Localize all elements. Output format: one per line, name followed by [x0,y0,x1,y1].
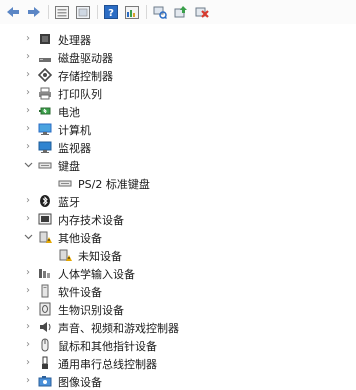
chevron-right-icon[interactable]: › [23,358,33,368]
tree-item-other-devices[interactable]: 其他设备 [0,228,356,246]
tree-item-label: 蓝牙 [58,196,80,209]
chevron-right-icon[interactable]: › [23,106,33,116]
processor-icon [38,32,52,46]
tree-item-label: 打印队列 [58,88,102,101]
tree-item-label: 电池 [58,106,80,119]
chevron-right-icon[interactable]: › [23,340,33,350]
forward-icon[interactable] [25,3,43,21]
tree-item-label: 存储控制器 [58,70,113,83]
toolbar: ? [0,0,356,24]
tree-item-memory-technology[interactable]: › 内存技术设备 [0,210,356,228]
tree-item-disk-drives[interactable]: › 磁盘驱动器 [0,48,356,66]
monitor-icon [38,140,52,154]
tree-item-software-devices[interactable]: › 软件设备 [0,282,356,300]
camera-icon [38,374,52,388]
tree-item-bluetooth[interactable]: › 蓝牙 [0,192,356,210]
tree-item-unknown-device[interactable]: 未知设备 [0,246,356,264]
chevron-right-icon[interactable]: › [23,304,33,314]
toolbar-separator [146,5,147,19]
tree-item-label: PS/2 标准键盘 [78,178,150,191]
tree-item-biometric[interactable]: › 生物识别设备 [0,300,356,318]
tree-item-storage-controllers[interactable]: › 存储控制器 [0,66,356,84]
tree-item-computer[interactable]: › 计算机 [0,120,356,138]
tree-item-hid[interactable]: › 人体学输入设备 [0,264,356,282]
bluetooth-icon [38,194,52,208]
tree-item-monitors[interactable]: › 监视器 [0,138,356,156]
help-icon[interactable]: ? [102,3,120,21]
uninstall-device-icon[interactable] [193,3,211,21]
chevron-down-icon[interactable] [23,160,33,170]
tree-item-label: 键盘 [58,160,80,173]
chevron-right-icon[interactable]: › [23,52,33,62]
back-icon[interactable] [4,3,22,21]
tree-item-keyboards[interactable]: 键盘 [0,156,356,174]
software-device-icon [38,284,52,298]
tree-item-label: 监视器 [58,142,91,155]
chevron-right-icon[interactable]: › [23,124,33,134]
chevron-down-icon[interactable] [23,232,33,242]
tree-item-imaging-devices[interactable]: › 图像设备 [0,372,356,390]
view-icon[interactable] [123,3,141,21]
scan-hardware-icon[interactable] [151,3,169,21]
chevron-right-icon[interactable]: › [23,196,33,206]
svg-text:?: ? [108,8,114,19]
tree-item-label: 计算机 [58,124,91,137]
tree-item-label: 其他设备 [58,232,102,245]
chevron-right-icon[interactable]: › [23,70,33,80]
tree-item-sound-video-game[interactable]: › 声音、视频和游戏控制器 [0,318,356,336]
chevron-right-icon[interactable]: › [23,322,33,332]
sound-icon [38,320,52,334]
printer-icon [38,86,52,100]
tree-item-label: 图像设备 [58,376,102,389]
tree-item-label: 软件设备 [58,286,102,299]
hid-icon [38,266,52,280]
other-devices-icon [38,230,52,244]
chevron-right-icon[interactable]: › [23,268,33,278]
keyboard-device-icon [58,176,72,190]
tree-item-batteries[interactable]: › 电池 [0,102,356,120]
computer-icon [38,122,52,136]
chevron-right-icon[interactable]: › [23,214,33,224]
memory-device-icon [38,212,52,226]
tree-item-label: 处理器 [58,34,91,47]
chevron-right-icon[interactable]: › [23,142,33,152]
biometric-icon [38,302,52,316]
chevron-right-icon[interactable]: › [23,376,33,386]
tree-item-label: 鼠标和其他指针设备 [58,340,157,353]
tree-item-label: 通用串行总线控制器 [58,358,157,371]
toolbar-separator [97,5,98,19]
tree-item-label: 生物识别设备 [58,304,124,317]
tree-item-label: 磁盘驱动器 [58,52,113,65]
tree-item-processor[interactable]: › 处理器 [0,30,356,48]
chevron-right-icon[interactable]: › [23,34,33,44]
storage-controller-icon [38,68,52,82]
tree-item-ps2-keyboard[interactable]: PS/2 标准键盘 [0,174,356,192]
tree-item-usb-controllers[interactable]: › 通用串行总线控制器 [0,354,356,372]
tree-item-mice[interactable]: › 鼠标和其他指针设备 [0,336,356,354]
disk-drive-icon [38,50,52,64]
chevron-right-icon[interactable]: › [23,88,33,98]
properties-icon[interactable] [74,3,92,21]
show-hidden-icon[interactable] [53,3,71,21]
tree-item-label: 内存技术设备 [58,214,124,227]
update-driver-icon[interactable] [172,3,190,21]
tree-item-label: 人体学输入设备 [58,268,135,281]
tree-item-print-queues[interactable]: › 打印队列 [0,84,356,102]
unknown-device-icon [58,248,72,262]
toolbar-separator [48,5,49,19]
mouse-icon [38,338,52,352]
tree-item-label: 声音、视频和游戏控制器 [58,322,179,335]
battery-icon [38,104,52,118]
tree-item-label: 未知设备 [78,250,122,263]
chevron-right-icon[interactable]: › [23,286,33,296]
keyboard-icon [38,158,52,172]
usb-icon [38,356,52,370]
